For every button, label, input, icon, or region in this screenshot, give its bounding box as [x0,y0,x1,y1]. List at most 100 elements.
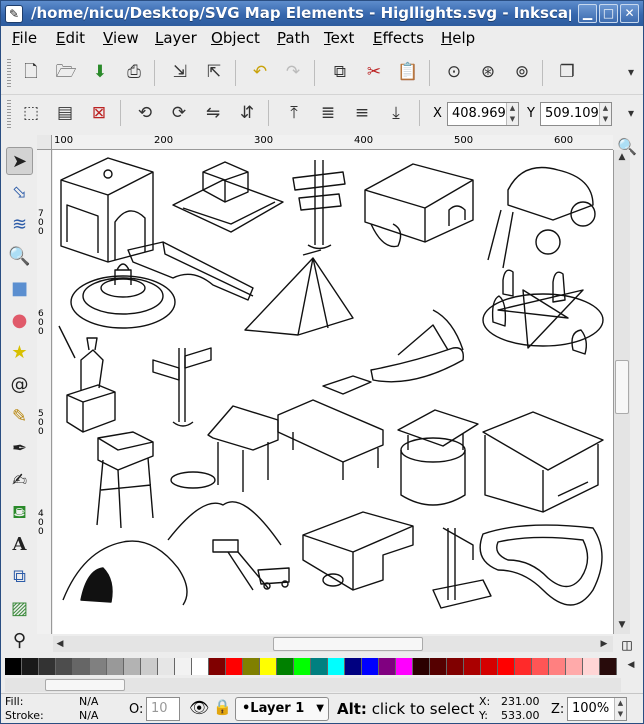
rotate-ccw-icon[interactable]: ⟲ [132,100,158,126]
select-all-layers-icon[interactable]: ▤ [52,100,78,126]
menu-object[interactable]: Object [211,29,260,47]
color-swatch[interactable] [481,658,498,675]
new-document-icon[interactable]: 🗋 [18,59,44,85]
lower-to-bottom-icon[interactable]: ⤓ [383,100,409,126]
color-swatch[interactable] [362,658,379,675]
color-swatch[interactable] [430,658,447,675]
open-icon[interactable]: 🗁 [53,59,79,85]
rectangle-tool-icon[interactable]: ■ [6,275,33,303]
color-swatch[interactable] [515,658,532,675]
color-swatch[interactable] [600,658,617,675]
calligraphy-tool-icon[interactable]: ✍ [6,467,33,495]
select-all-icon[interactable]: ⬚ [18,100,44,126]
dropper-tool-icon[interactable]: ⚲ [6,627,33,655]
color-swatch[interactable] [107,658,124,675]
color-swatch[interactable] [379,658,396,675]
horizontal-scroll-thumb[interactable] [273,637,423,651]
menu-view[interactable]: View [103,29,139,47]
zoom-tool-icon[interactable]: 🔍 [6,243,33,271]
color-swatch[interactable] [549,658,566,675]
zoom-selection-icon[interactable]: ⊙ [441,59,467,85]
color-swatch[interactable] [226,658,243,675]
selector-tool-icon[interactable]: ➤ [6,147,33,175]
export-icon[interactable]: ⇱ [201,59,227,85]
color-swatch[interactable] [90,658,107,675]
flip-horizontal-icon[interactable]: ⇋ [200,100,226,126]
pen-tool-icon[interactable]: ✒ [6,435,33,463]
toolbar-overflow-icon[interactable]: ▾ [618,59,644,85]
vertical-scroll-thumb[interactable] [615,360,629,414]
duplicate-icon[interactable]: ❐ [554,59,580,85]
ellipse-tool-icon[interactable]: ● [6,307,33,335]
undo-icon[interactable]: ↶ [247,59,273,85]
opacity-input[interactable]: 10 [146,697,180,721]
color-swatch[interactable] [583,658,600,675]
color-swatch[interactable] [396,658,413,675]
color-swatch[interactable] [5,658,22,675]
raise-icon[interactable]: ≣ [315,100,341,126]
vertical-scrollbar[interactable]: ▲ ▼ [614,150,630,634]
menu-layer[interactable]: Layer [155,29,197,47]
menu-file[interactable]: File [12,29,37,47]
x-spin-arrows[interactable]: ▲ ▼ [506,103,518,125]
color-swatch[interactable] [260,658,277,675]
node-tool-icon[interactable]: ⬂ [6,179,33,207]
color-swatch[interactable] [124,658,141,675]
text-tool-icon[interactable]: A [6,531,33,559]
print-icon[interactable]: ⎙ [121,59,147,85]
inkscape-app-icon[interactable]: ✎ [5,5,23,23]
visibility-eye-icon[interactable]: 👁 [189,698,209,717]
palette-scroll-thumb[interactable] [45,679,125,691]
color-swatch[interactable] [464,658,481,675]
cut-icon[interactable]: ✂ [361,59,387,85]
menu-effects[interactable]: Effects [373,29,424,47]
paste-icon[interactable]: 📋 [395,59,421,85]
gradient-tool-icon[interactable]: ▨ [6,595,33,623]
menu-path[interactable]: Path [277,29,310,47]
deselect-icon[interactable]: ⊠ [86,100,112,126]
color-swatch[interactable] [277,658,294,675]
close-button[interactable]: ✕ [620,4,639,23]
color-swatch[interactable] [141,658,158,675]
color-swatch[interactable] [311,658,328,675]
color-swatch[interactable] [328,658,345,675]
redo-icon[interactable]: ↷ [280,59,306,85]
color-swatch[interactable] [498,658,515,675]
scroll-right-icon[interactable]: ▶ [597,637,611,651]
color-swatch[interactable] [192,658,209,675]
lower-icon[interactable]: ≡ [349,100,375,126]
zoom-spin-arrows[interactable]: ▲ ▼ [614,698,626,720]
color-swatch[interactable] [566,658,583,675]
color-swatch[interactable] [413,658,430,675]
star-tool-icon[interactable]: ★ [6,339,33,367]
rotate-cw-icon[interactable]: ⟳ [166,100,192,126]
menu-help[interactable]: Help [441,29,475,47]
flip-vertical-icon[interactable]: ⇵ [234,100,260,126]
pencil-tool-icon[interactable]: ✎ [6,403,33,431]
paint-bucket-tool-icon[interactable]: ⛾ [6,499,33,527]
current-layer-select[interactable]: •Layer 1 ▼ [235,697,329,721]
color-swatch[interactable] [158,658,175,675]
controls-overflow-icon[interactable]: ▾ [618,100,644,126]
vertical-ruler[interactable]: 700 600 500 400 [37,150,52,634]
palette-scrollbar[interactable] [5,678,621,692]
scroll-down-icon[interactable]: ▼ [615,618,629,632]
connector-tool-icon[interactable]: ⧉ [6,563,33,591]
minimize-button[interactable]: ▁ [578,4,597,23]
color-swatch[interactable] [209,658,226,675]
x-coordinate-input[interactable]: 408.969 ▲ ▼ [447,102,519,126]
stroke-value[interactable]: N/A [79,709,98,722]
color-swatch[interactable] [345,658,362,675]
layer-lock-icon[interactable]: 🔒 [213,698,232,716]
spiral-tool-icon[interactable]: @ [6,371,33,399]
color-swatch[interactable] [532,658,549,675]
raise-to-top-icon[interactable]: ⤒ [281,100,307,126]
color-swatch[interactable] [22,658,39,675]
color-swatch[interactable] [39,658,56,675]
scroll-left-icon[interactable]: ◀ [53,637,67,651]
toolbar-grip[interactable] [7,59,11,87]
title-bar[interactable]: ✎ /home/nicu/Desktop/SVG Map Elements - … [1,1,643,26]
color-swatch[interactable] [175,658,192,675]
color-swatch[interactable] [294,658,311,675]
horizontal-ruler[interactable]: 100 200 300 400 500 600 [52,135,613,150]
